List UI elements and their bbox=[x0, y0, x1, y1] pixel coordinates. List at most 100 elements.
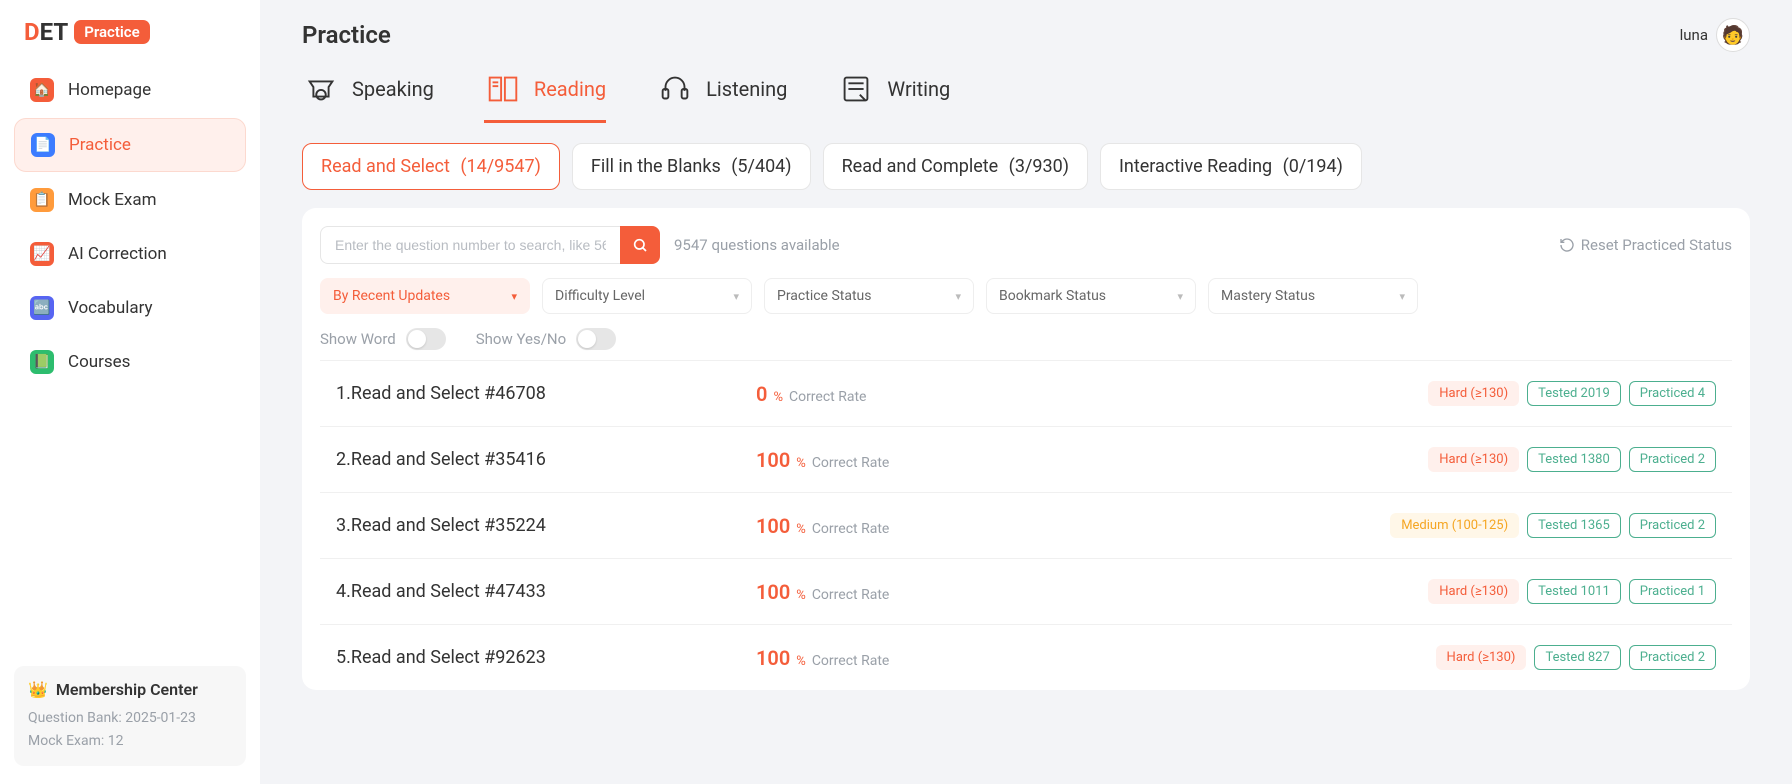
question-title: 2.Read and Select #35416 bbox=[336, 449, 756, 470]
question-title: 5.Read and Select #92623 bbox=[336, 647, 756, 668]
crown-icon: 👑 bbox=[28, 680, 48, 699]
membership-bank: Question Bank: 2025-01-23 bbox=[28, 707, 232, 729]
writing-icon bbox=[837, 70, 875, 108]
filter-by-recent-updates[interactable]: By Recent Updates▾ bbox=[320, 278, 530, 314]
practiced-badge: Practiced 2 bbox=[1629, 513, 1716, 538]
subtype-count: (3/930) bbox=[1009, 156, 1069, 177]
skill-tab-reading[interactable]: Reading bbox=[484, 66, 606, 123]
tested-badge: Tested 1380 bbox=[1527, 447, 1621, 472]
subtype-tab-fill-in-the-blanks[interactable]: Fill in the Blanks (5/404) bbox=[572, 143, 811, 190]
sidebar-item-practice[interactable]: 📄 Practice bbox=[14, 118, 246, 172]
sidebar-item-vocabulary[interactable]: 🔤 Vocabulary bbox=[14, 282, 246, 334]
filter-label: Practice Status bbox=[777, 288, 872, 304]
logo[interactable]: DET Practice bbox=[14, 18, 246, 46]
practiced-badge: Practiced 1 bbox=[1629, 579, 1716, 604]
question-panel: 9547 questions available Reset Practiced… bbox=[302, 208, 1750, 690]
sidebar-item-label: Vocabulary bbox=[68, 298, 153, 318]
tested-badge: Tested 1011 bbox=[1527, 579, 1621, 604]
nav-icon: 📋 bbox=[30, 188, 54, 212]
search-button[interactable] bbox=[620, 226, 660, 264]
reset-icon bbox=[1559, 237, 1575, 253]
question-title: 1.Read and Select #46708 bbox=[336, 383, 756, 404]
question-row[interactable]: 2.Read and Select #35416 100% Correct Ra… bbox=[320, 426, 1732, 492]
sidebar-item-mock-exam[interactable]: 📋 Mock Exam bbox=[14, 174, 246, 226]
nav-icon: 📗 bbox=[30, 350, 54, 374]
subtype-tab-read-and-select[interactable]: Read and Select (14/9547) bbox=[302, 143, 560, 190]
subtype-count: (14/9547) bbox=[460, 156, 541, 177]
show-word-toggle[interactable] bbox=[406, 328, 446, 350]
sidebar-item-homepage[interactable]: 🏠 Homepage bbox=[14, 64, 246, 116]
page-title: Practice bbox=[302, 21, 391, 49]
filter-label: Bookmark Status bbox=[999, 288, 1106, 304]
logo-badge: Practice bbox=[74, 20, 149, 44]
filter-label: Mastery Status bbox=[1221, 288, 1315, 304]
filter-label: By Recent Updates bbox=[333, 288, 450, 304]
difficulty-badge: Hard (≥130) bbox=[1428, 381, 1519, 406]
sidebar-item-label: Practice bbox=[69, 135, 131, 155]
nav-icon: 📈 bbox=[30, 242, 54, 266]
tested-badge: Tested 1365 bbox=[1527, 513, 1621, 538]
skill-tab-listening[interactable]: Listening bbox=[656, 66, 787, 123]
sidebar-item-ai-correction[interactable]: 📈 AI Correction bbox=[14, 228, 246, 280]
skill-tab-label: Speaking bbox=[352, 77, 434, 101]
skill-tab-writing[interactable]: Writing bbox=[837, 66, 950, 123]
skill-tab-label: Listening bbox=[706, 77, 787, 101]
search-input[interactable] bbox=[320, 226, 620, 264]
user-menu[interactable]: luna 🧑 bbox=[1680, 18, 1750, 52]
subtype-tab-interactive-reading[interactable]: Interactive Reading (0/194) bbox=[1100, 143, 1362, 190]
tested-badge: Tested 2019 bbox=[1527, 381, 1621, 406]
membership-mock: Mock Exam: 12 bbox=[28, 730, 232, 752]
main: Practice luna 🧑 Speaking Reading Listening… bbox=[260, 0, 1792, 784]
reset-practiced[interactable]: Reset Practiced Status bbox=[1559, 236, 1732, 254]
correct-rate: 100% Correct Rate bbox=[756, 646, 956, 670]
question-row[interactable]: 3.Read and Select #35224 100% Correct Ra… bbox=[320, 492, 1732, 558]
sidebar-item-label: Homepage bbox=[68, 80, 151, 100]
filters: By Recent Updates▾Difficulty Level▾Pract… bbox=[320, 278, 1732, 314]
subtype-tab-read-and-complete[interactable]: Read and Complete (3/930) bbox=[823, 143, 1088, 190]
practiced-badge: Practiced 2 bbox=[1629, 447, 1716, 472]
subtype-label: Read and Complete bbox=[842, 156, 999, 177]
chevron-down-icon: ▾ bbox=[733, 290, 739, 303]
question-row[interactable]: 4.Read and Select #47433 100% Correct Ra… bbox=[320, 558, 1732, 624]
nav-icon: 📄 bbox=[31, 133, 55, 157]
membership-center[interactable]: 👑 Membership Center Question Bank: 2025-… bbox=[14, 666, 246, 766]
show-yesno-label: Show Yes/No bbox=[476, 330, 566, 348]
speaking-icon bbox=[302, 70, 340, 108]
sidebar-item-label: Courses bbox=[68, 352, 130, 372]
practiced-badge: Practiced 4 bbox=[1629, 381, 1716, 406]
nav-icon: 🏠 bbox=[30, 78, 54, 102]
subtype-label: Fill in the Blanks bbox=[591, 156, 721, 177]
question-title: 3.Read and Select #35224 bbox=[336, 515, 756, 536]
membership-title: Membership Center bbox=[56, 680, 198, 699]
reading-icon bbox=[484, 70, 522, 108]
toggles: Show Word Show Yes/No bbox=[320, 328, 1732, 350]
filter-difficulty-level[interactable]: Difficulty Level▾ bbox=[542, 278, 752, 314]
filter-bookmark-status[interactable]: Bookmark Status▾ bbox=[986, 278, 1196, 314]
nav-icon: 🔤 bbox=[30, 296, 54, 320]
show-yesno-toggle[interactable] bbox=[576, 328, 616, 350]
difficulty-badge: Hard (≥130) bbox=[1436, 645, 1527, 670]
filter-mastery-status[interactable]: Mastery Status ▾ bbox=[1208, 278, 1418, 314]
sidebar-item-label: Mock Exam bbox=[68, 190, 157, 210]
question-row[interactable]: 5.Read and Select #92623 100% Correct Ra… bbox=[320, 624, 1732, 690]
filter-practice-status[interactable]: Practice Status ▾ bbox=[764, 278, 974, 314]
avatar[interactable]: 🧑 bbox=[1716, 18, 1750, 52]
practiced-badge: Practiced 2 bbox=[1629, 645, 1716, 670]
chevron-down-icon: ▾ bbox=[955, 290, 961, 303]
search-icon bbox=[632, 237, 648, 253]
skill-tab-speaking[interactable]: Speaking bbox=[302, 66, 434, 123]
question-title: 4.Read and Select #47433 bbox=[336, 581, 756, 602]
chevron-down-icon: ▾ bbox=[1399, 290, 1405, 303]
difficulty-badge: Medium (100-125) bbox=[1390, 513, 1519, 538]
difficulty-badge: Hard (≥130) bbox=[1428, 447, 1519, 472]
sidebar-item-courses[interactable]: 📗 Courses bbox=[14, 336, 246, 388]
subtype-label: Interactive Reading bbox=[1119, 156, 1272, 177]
skill-tab-label: Writing bbox=[887, 77, 950, 101]
subtype-label: Read and Select bbox=[321, 156, 450, 177]
header: Practice luna 🧑 bbox=[302, 18, 1750, 52]
tested-badge: Tested 827 bbox=[1534, 645, 1620, 670]
subtype-tabs: Read and Select (14/9547) Fill in the Bla… bbox=[302, 143, 1750, 190]
sidebar-item-label: AI Correction bbox=[68, 244, 167, 264]
listening-icon bbox=[656, 70, 694, 108]
question-row[interactable]: 1.Read and Select #46708 0% Correct Rate… bbox=[320, 360, 1732, 426]
